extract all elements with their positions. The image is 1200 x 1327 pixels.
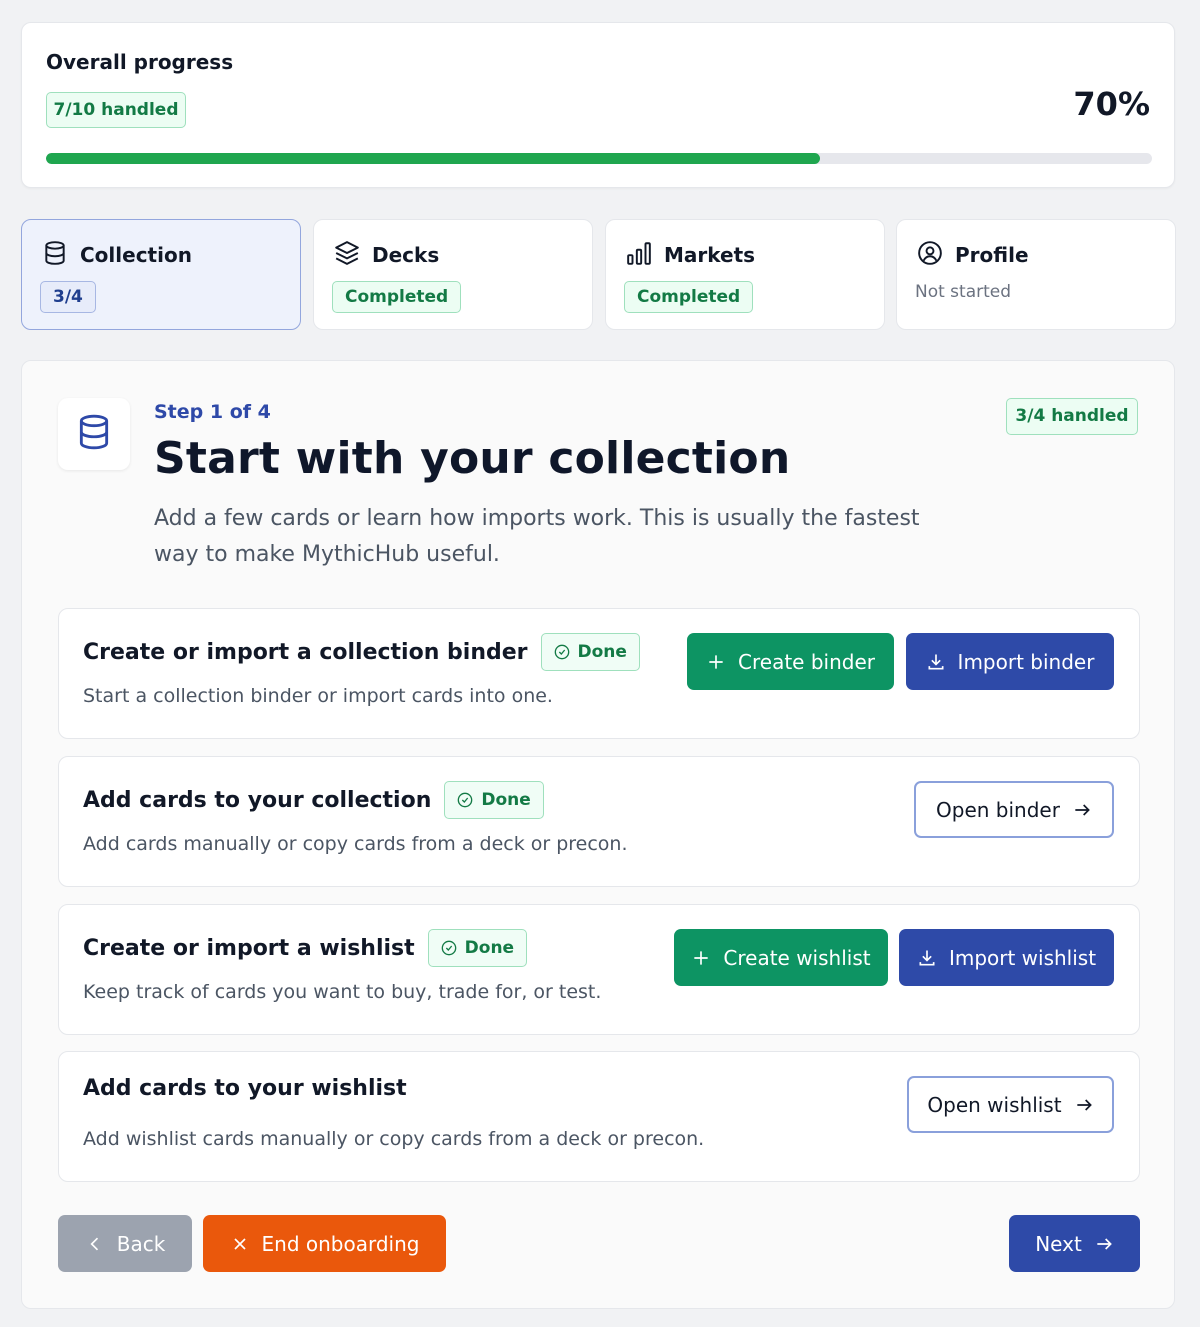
tab-profile[interactable]: Profile Not started <box>896 219 1176 330</box>
end-onboarding-button[interactable]: End onboarding <box>203 1215 446 1272</box>
tab-status-badge: 3/4 <box>40 281 96 313</box>
back-button[interactable]: Back <box>58 1215 192 1272</box>
bar-chart-icon <box>626 240 652 270</box>
tab-collection[interactable]: Collection 3/4 <box>21 219 301 330</box>
arrow-right-icon <box>1097 1237 1112 1250</box>
tab-status-text: Not started <box>915 282 1012 302</box>
step-label: Step 1 of 4 <box>154 401 271 423</box>
download-icon <box>928 654 944 669</box>
step-icon-box <box>58 398 130 470</box>
arrow-right-icon <box>1076 1098 1092 1111</box>
done-badge: Done <box>444 781 544 819</box>
progress-bar <box>46 153 1152 164</box>
task-card: Create or import a collection binder Don… <box>58 608 1140 739</box>
task-title: Add cards to your wishlist <box>83 1076 407 1101</box>
open-binder-button[interactable]: Open binder <box>914 781 1114 838</box>
close-icon <box>233 1237 246 1250</box>
import-wishlist-button[interactable]: Import wishlist <box>899 929 1114 986</box>
task-description: Add wishlist cards manually or copy card… <box>83 1128 705 1150</box>
tab-status-badge: Completed <box>624 281 754 313</box>
chevron-left-icon <box>90 1237 98 1250</box>
create-binder-button[interactable]: Create binder <box>687 633 894 690</box>
database-icon <box>75 413 113 455</box>
tab-decks[interactable]: Decks Completed <box>313 219 593 330</box>
progress-bar-fill <box>46 153 821 164</box>
progress-percent: 70% <box>1073 85 1150 123</box>
tab-label: Markets <box>664 243 756 267</box>
download-icon <box>919 950 935 965</box>
step-handled-badge: 3/4 handled <box>1006 398 1138 435</box>
progress-title: Overall progress <box>46 50 234 74</box>
task-card: Add cards to your wishlist Add wishlist … <box>58 1051 1140 1182</box>
task-card: Create or import a wishlist Done Keep tr… <box>58 904 1140 1035</box>
import-binder-button[interactable]: Import binder <box>906 633 1114 690</box>
progress-handled-badge: 7/10 handled <box>46 92 186 128</box>
layers-icon <box>334 240 360 270</box>
create-wishlist-button[interactable]: Create wishlist <box>674 929 888 986</box>
task-title: Add cards to your collection <box>83 787 432 813</box>
user-circle-icon <box>917 240 943 270</box>
task-title: Create or import a collection binder <box>83 639 528 665</box>
tab-label: Profile <box>955 243 1029 267</box>
open-wishlist-button[interactable]: Open wishlist <box>907 1076 1114 1133</box>
check-circle-icon <box>458 792 473 808</box>
tab-markets[interactable]: Markets Completed <box>605 219 885 330</box>
done-badge: Done <box>540 633 640 671</box>
arrow-right-icon <box>1075 803 1090 816</box>
tab-status-badge: Completed <box>332 281 462 313</box>
check-circle-icon <box>554 644 569 660</box>
task-description: Add cards manually or copy cards from a … <box>83 833 628 855</box>
tab-label: Decks <box>372 243 440 267</box>
task-title: Create or import a wishlist <box>83 935 415 961</box>
step-description: Add a few cards or learn how imports wor… <box>154 506 920 567</box>
done-badge: Done <box>427 929 528 967</box>
task-description: Start a collection binder or import card… <box>83 685 553 707</box>
task-description: Keep track of cards you want to buy, tra… <box>83 981 602 1003</box>
step-panel: Step 1 of 4 Start with your collection A… <box>21 360 1175 1309</box>
next-button[interactable]: Next <box>1009 1215 1140 1272</box>
plus-icon <box>694 950 709 965</box>
plus-icon <box>709 654 723 669</box>
tab-label: Collection <box>80 243 192 267</box>
step-title: Start with your collection <box>154 433 791 484</box>
check-circle-icon <box>441 940 456 956</box>
task-card: Add cards to your collection Done Add ca… <box>58 756 1140 887</box>
database-icon <box>42 240 68 270</box>
overall-progress-card: Overall progress 7/10 handled 70% <box>21 22 1175 188</box>
